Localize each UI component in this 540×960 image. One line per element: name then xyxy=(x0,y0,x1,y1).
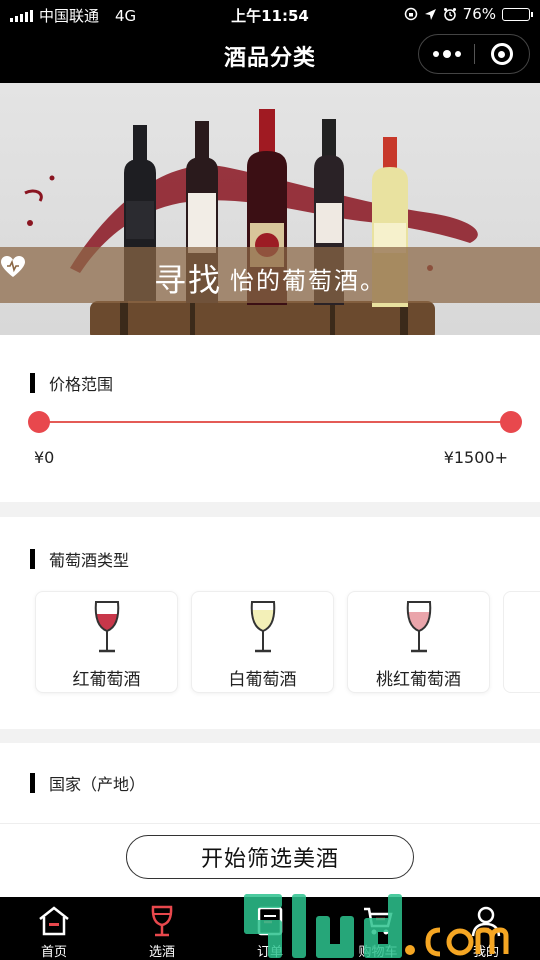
start-filter-button[interactable]: 开始筛选美酒 xyxy=(126,835,414,879)
wine-glass-icon xyxy=(151,905,173,937)
price-range-title: 价格范围 xyxy=(49,375,114,394)
wine-type-title: 葡萄酒类型 xyxy=(49,551,130,570)
country-title: 国家（产地） xyxy=(49,775,146,794)
filter-action-area: 开始筛选美酒 xyxy=(0,823,540,897)
banner-slogan-part2: 怡的葡萄酒。 xyxy=(230,266,386,295)
wine-category-page: 中国联通 4G 上午11:54 76% 酒品分类 寻找 怡的葡萄酒。 价格范围 … xyxy=(0,0,540,960)
status-right: 76% xyxy=(404,5,533,23)
tab-orders[interactable]: 订单 xyxy=(216,897,324,960)
slider-min-handle[interactable] xyxy=(28,411,50,433)
wine-type-section: 葡萄酒类型 红葡萄酒 白葡萄酒 桃红葡萄酒 xyxy=(0,517,540,729)
country-section: 国家（产地） xyxy=(0,743,540,823)
wine-type-label: 红葡萄酒 xyxy=(72,670,141,690)
slider-track xyxy=(39,421,511,423)
banner-slogan-part1: 寻找 xyxy=(153,261,222,299)
tab-label: 首页 xyxy=(40,945,67,960)
wine-type-label: 白葡萄酒 xyxy=(228,670,297,690)
battery-percent: 76% xyxy=(462,5,496,23)
tab-home[interactable]: 首页 xyxy=(0,897,108,960)
tab-cart[interactable]: 购物车 xyxy=(324,897,432,960)
wine-type-list: 红葡萄酒 白葡萄酒 桃红葡萄酒 xyxy=(35,591,540,693)
rose-wine-glass-icon xyxy=(406,601,432,653)
more-menu-icon[interactable] xyxy=(419,35,474,73)
banner-slogan: 寻找 怡的葡萄酒。 xyxy=(0,255,540,301)
tab-label: 购物车 xyxy=(358,945,398,960)
red-wine-glass-icon xyxy=(94,601,120,653)
status-bar: 中国联通 4G 上午11:54 76% xyxy=(0,0,540,28)
tab-label: 订单 xyxy=(256,945,283,960)
price-range-slider[interactable] xyxy=(28,411,522,433)
section-marker xyxy=(30,373,35,393)
tab-mine[interactable]: 我的 xyxy=(432,897,540,960)
section-marker xyxy=(30,773,35,793)
mini-program-capsule xyxy=(418,34,530,74)
wine-type-card-partial[interactable] xyxy=(503,591,540,693)
tab-select-wine[interactable]: 选酒 xyxy=(108,897,216,960)
country-header: 国家（产地） xyxy=(30,771,145,795)
order-icon xyxy=(257,906,283,936)
price-range-section: 价格范围 ¥0 ¥1500+ xyxy=(0,335,540,502)
location-icon xyxy=(424,8,436,20)
slider-max-handle[interactable] xyxy=(500,411,522,433)
wine-type-label: 桃红葡萄酒 xyxy=(376,670,461,690)
rotation-lock-icon xyxy=(404,7,417,21)
navigation-bar: 酒品分类 xyxy=(0,28,540,83)
promo-banner[interactable]: 寻找 怡的葡萄酒。 xyxy=(0,83,540,335)
alarm-icon xyxy=(443,8,456,21)
user-icon xyxy=(471,906,501,937)
close-mini-program-icon[interactable] xyxy=(475,35,529,73)
battery-icon xyxy=(502,7,533,21)
white-wine-glass-icon xyxy=(250,601,276,653)
wine-type-card-rose[interactable]: 桃红葡萄酒 xyxy=(347,591,490,693)
price-min-label: ¥0 xyxy=(34,448,55,467)
tab-label: 选酒 xyxy=(148,945,175,960)
home-icon xyxy=(39,906,69,936)
price-max-label: ¥1500+ xyxy=(443,448,508,467)
section-marker xyxy=(30,549,35,569)
wine-type-header: 葡萄酒类型 xyxy=(30,547,129,571)
wine-type-card-white[interactable]: 白葡萄酒 xyxy=(191,591,334,693)
tab-bar: 首页 选酒 订单 购物车 我的 xyxy=(0,897,540,960)
price-range-header: 价格范围 xyxy=(30,371,113,395)
cart-icon xyxy=(364,907,393,935)
heart-icon xyxy=(1,256,25,277)
tab-label: 我的 xyxy=(472,945,499,960)
wine-type-card-red[interactable]: 红葡萄酒 xyxy=(35,591,178,693)
